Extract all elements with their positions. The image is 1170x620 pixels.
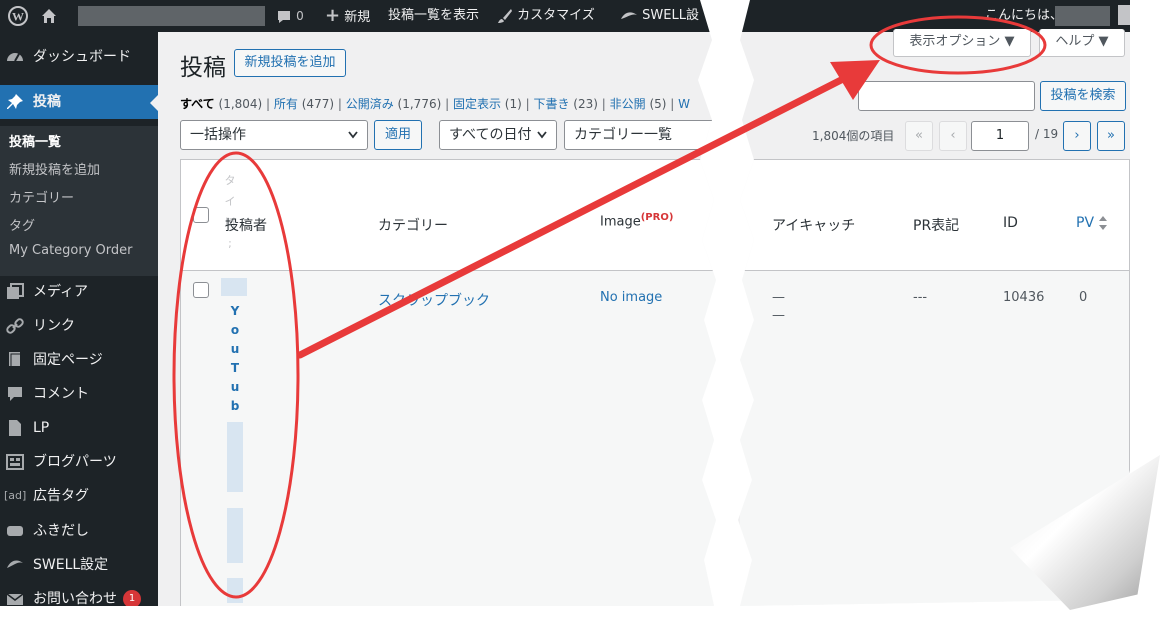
annotation-overlay bbox=[172, 15, 1047, 599]
author-column-highlight-ellipse bbox=[172, 151, 300, 599]
screen-options-highlight-ellipse bbox=[869, 15, 1047, 75]
annotation-arrow-shaft bbox=[296, 74, 849, 359]
